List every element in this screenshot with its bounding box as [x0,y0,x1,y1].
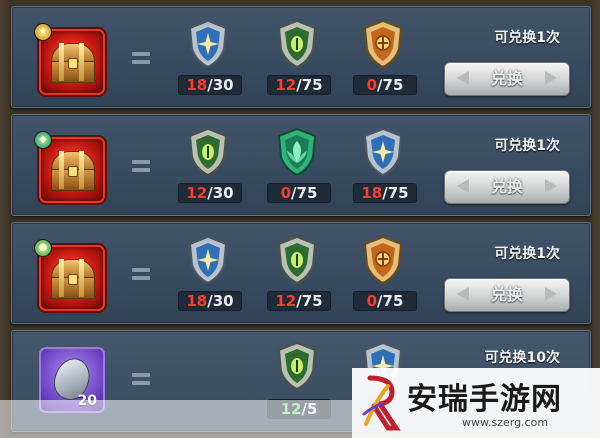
exchange-row-3: ● 18/30 12/75 0/75 可兑换1次 兑换 [11,222,591,324]
cost-count-1-3: 0/75 [353,75,417,95]
exchange-row-1: ★ 18/30 12/75 0/75 可兑换1次 兑换 [11,6,591,108]
equals-icon [132,160,150,174]
cost-count-2-1: 12/30 [178,183,242,203]
equals-icon [132,373,150,387]
overlay-strip [0,400,352,438]
exchange-button[interactable]: 兑换 [444,170,570,204]
green-dot-badge-icon: ● [34,239,52,257]
cost-count-1-1: 18/30 [178,75,242,95]
exchange-button[interactable]: 兑换 [444,278,570,312]
exchange-panel: ★ 18/30 12/75 0/75 可兑换1次 兑换 ◆ 12/30 0/75… [0,0,600,438]
exchange-button[interactable]: 兑换 [444,62,570,96]
exchange-limit-text: 可兑换1次 [494,246,560,262]
exchange-limit-text: 可兑换1次 [494,30,560,46]
green-eye-shield-icon [277,235,317,285]
green-eye-shield-icon [277,19,317,69]
green-eye-shield-icon [277,341,317,391]
equals-icon [132,52,150,66]
cost-count-3-2: 12/75 [267,291,331,311]
equals-icon [132,268,150,282]
cost-count-1-2: 12/75 [267,75,331,95]
gold-crest-shield-icon [363,19,403,69]
star-badge-icon: ★ [34,23,52,41]
site-logo-icon [362,375,401,431]
watermark: 安瑞手游网 www.szerg.com [352,368,600,438]
cost-count-2-3: 18/75 [353,183,417,203]
treasure-chest-icon[interactable] [39,29,105,95]
green-gem-badge-icon: ◆ [34,131,52,149]
watermark-title: 安瑞手游网 [407,382,562,417]
blue-star-shield-icon [188,235,228,285]
gold-crest-shield-icon [363,235,403,285]
treasure-chest-icon[interactable] [39,245,105,311]
exchange-row-2: ◆ 12/30 0/75 18/75 可兑换1次 兑换 [11,114,591,216]
treasure-chest-icon[interactable] [39,137,105,203]
emerald-leaf-shield-icon [277,127,317,177]
exchange-limit-text: 可兑换10次 [484,350,560,366]
watermark-url: www.szerg.com [462,416,549,429]
blue-star-shield-icon [188,19,228,69]
cost-count-3-1: 18/30 [178,291,242,311]
cost-count-3-3: 0/75 [353,291,417,311]
cost-count-2-2: 0/75 [267,183,331,203]
blue-star-shield-icon [363,127,403,177]
green-eye-shield-icon [188,127,228,177]
exchange-limit-text: 可兑换1次 [494,138,560,154]
